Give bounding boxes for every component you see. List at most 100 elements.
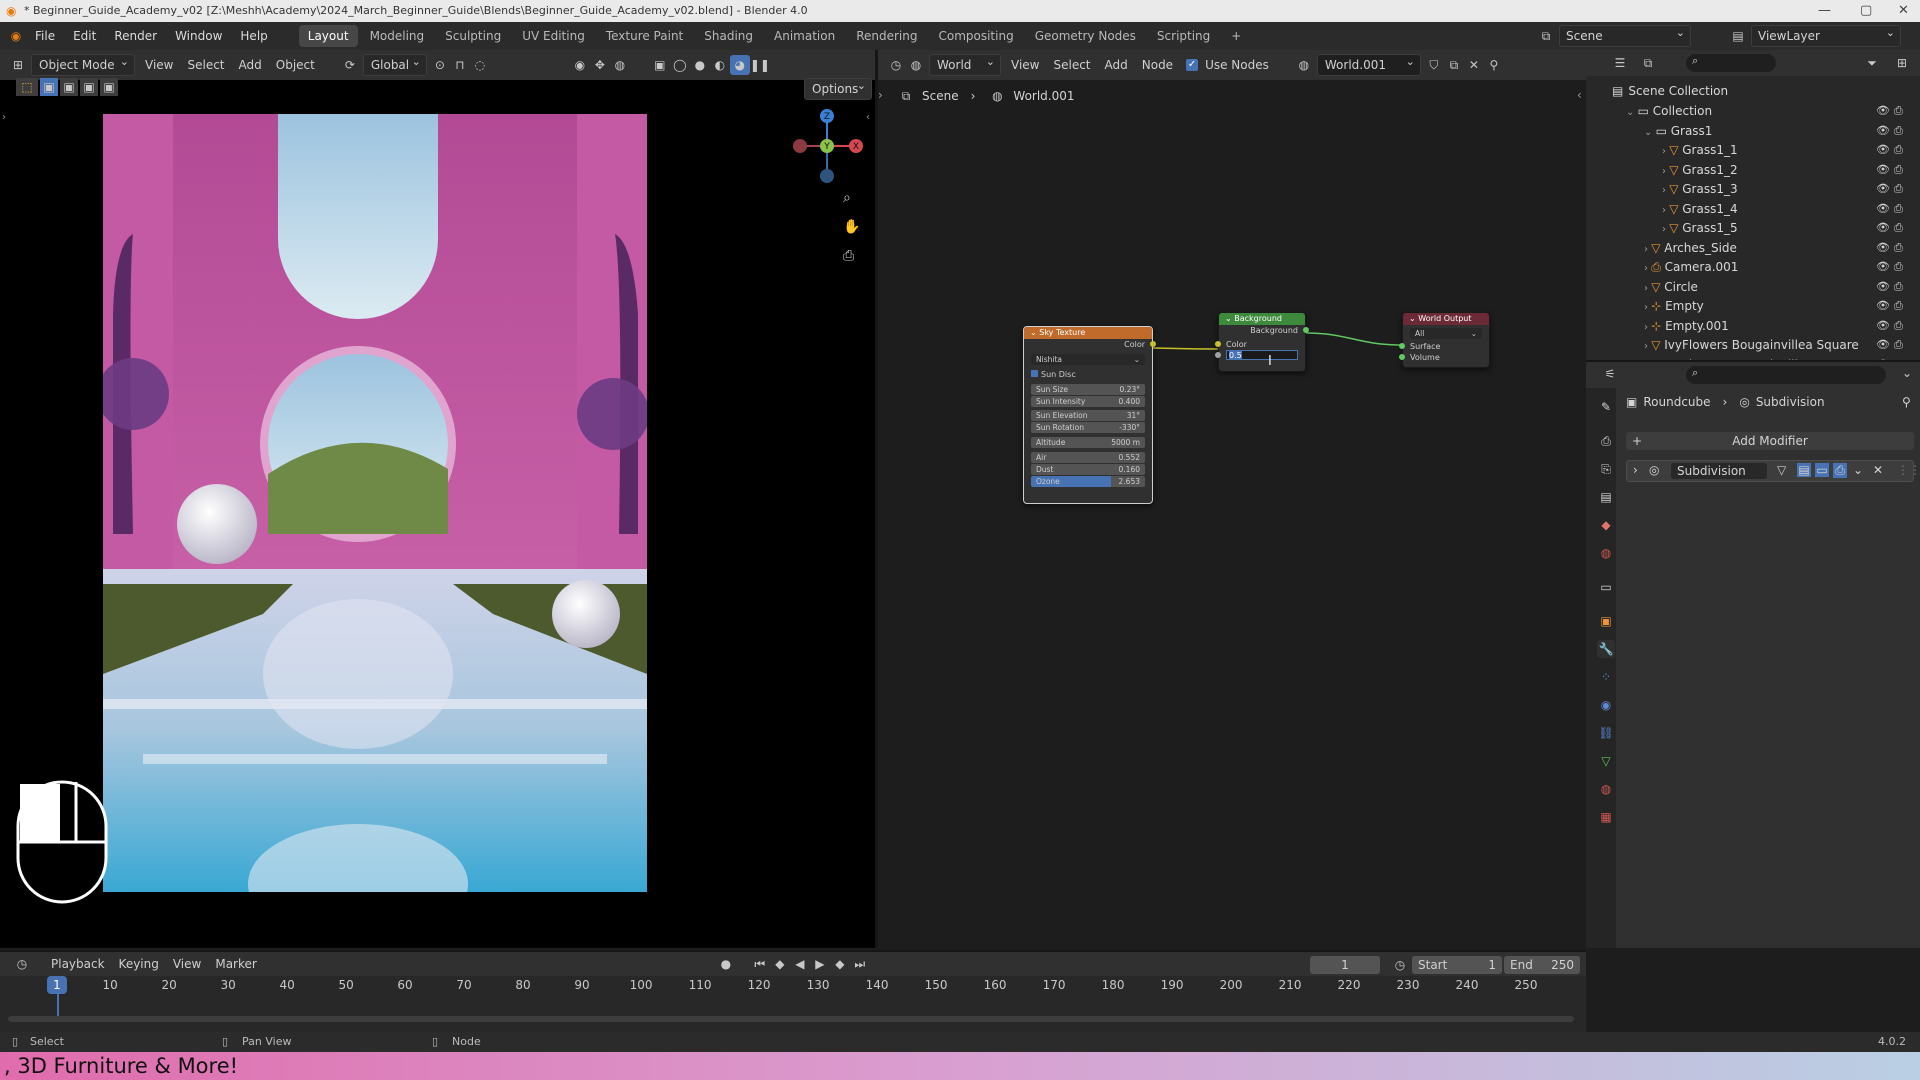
cage-toggle-icon[interactable]: ▤ bbox=[1797, 463, 1811, 477]
timeline-menu-marker[interactable]: Marker bbox=[208, 953, 263, 975]
outliner-row[interactable]: › ▽ Grass1_5 bbox=[1662, 219, 1738, 238]
sky-texture-header[interactable]: ⌄ Sky Texture bbox=[1024, 327, 1152, 339]
node-editor-type-icon[interactable]: ◷ bbox=[886, 55, 906, 75]
render-tab-icon[interactable]: ⎙ bbox=[1597, 432, 1615, 450]
timeline-scrollbar[interactable] bbox=[8, 1016, 1574, 1022]
menu-edit[interactable]: Edit bbox=[64, 22, 105, 50]
output-target-dropdown[interactable]: All ⌄ bbox=[1410, 328, 1482, 339]
visibility-eye-icon[interactable]: 👁 bbox=[1876, 182, 1890, 195]
outliner-row[interactable]: › ▽ Grass1_1 bbox=[1662, 141, 1738, 160]
volume-socket[interactable] bbox=[1399, 354, 1405, 360]
data-tab-icon[interactable]: ▽ bbox=[1597, 752, 1615, 770]
visibility-eye-icon[interactable]: 👁 bbox=[1876, 299, 1890, 312]
scene-tab-icon[interactable]: ◆ bbox=[1597, 516, 1615, 534]
altitude-field[interactable]: Altitude 5000 m bbox=[1031, 437, 1145, 448]
select-subtract-icon[interactable]: ▣ bbox=[80, 78, 98, 96]
visibility-eye-icon[interactable]: 👁 bbox=[1876, 319, 1890, 332]
properties-pin-icon[interactable]: ⚲ bbox=[1902, 395, 1911, 409]
modifier-menu-icon[interactable]: ⌄ bbox=[1853, 463, 1863, 477]
render-camera-icon[interactable]: ⎙ bbox=[1894, 221, 1903, 235]
render-camera-icon[interactable]: ⎙ bbox=[1894, 143, 1903, 157]
sky-texture-node[interactable]: ⌄ Sky Texture Color Nishita ⌄ Sun Disc Su… bbox=[1023, 326, 1156, 504]
node-menu-select[interactable]: Select bbox=[1046, 54, 1097, 76]
tab-compositing[interactable]: Compositing bbox=[929, 25, 1022, 47]
sky-type-dropdown[interactable]: Nishita ⌄ bbox=[1031, 354, 1145, 365]
sun-size-field[interactable]: Sun Size 0.23° bbox=[1031, 384, 1145, 395]
tab-scripting[interactable]: Scripting bbox=[1148, 25, 1219, 47]
scene-selector[interactable]: ⧉ Scene bbox=[1536, 23, 1694, 47]
texture-tab-icon[interactable]: ▦ bbox=[1597, 808, 1615, 826]
visibility-eye-icon[interactable]: 👁 bbox=[1876, 163, 1890, 176]
outliner-row[interactable]: › ▽ Grass1_4 bbox=[1662, 200, 1738, 219]
visibility-eye-icon[interactable]: 👁 bbox=[1876, 202, 1890, 215]
add-workspace-button[interactable]: + bbox=[1222, 25, 1250, 47]
navigation-gizmo[interactable]: Z Y X bbox=[780, 106, 870, 186]
render-camera-icon[interactable]: ⎙ bbox=[1894, 260, 1903, 274]
background-node[interactable]: ⌄ Background Background Color 0.5 bbox=[1215, 312, 1309, 372]
material-shading-icon[interactable]: ◐ bbox=[710, 55, 730, 75]
render-camera-icon[interactable]: ⎙ bbox=[1894, 163, 1903, 177]
timeline-menu-playback[interactable]: Playback bbox=[44, 953, 112, 975]
editor-type-icon[interactable]: ⊞ bbox=[8, 55, 28, 75]
jump-end-icon[interactable]: ⏭ bbox=[850, 954, 870, 974]
transform-orientation-dropdown[interactable]: Global bbox=[362, 52, 427, 76]
render-camera-icon[interactable]: ⎙ bbox=[1894, 182, 1903, 196]
display-mode-icon[interactable]: ⧉ bbox=[1638, 53, 1658, 73]
jump-start-icon[interactable]: ⏮ bbox=[750, 954, 770, 974]
output-tab-icon[interactable]: ⎘ bbox=[1597, 460, 1615, 478]
node-menu-view[interactable]: View bbox=[1004, 54, 1046, 76]
fake-user-icon[interactable]: ⛉ bbox=[1424, 55, 1444, 75]
add-modifier-button[interactable]: + Add Modifier bbox=[1626, 432, 1914, 450]
visibility-eye-icon[interactable]: 👁 bbox=[1876, 104, 1890, 117]
world-browse-icon[interactable]: ◍ bbox=[1294, 55, 1314, 75]
outliner-row[interactable]: › ⊹ Empty.001 bbox=[1644, 317, 1729, 336]
minimize-button[interactable]: — bbox=[1818, 0, 1831, 22]
outliner-row[interactable]: › ▽ IvyFlowers Bougainvillea Square bbox=[1644, 336, 1859, 355]
scene-collection-row[interactable]: ▤ Scene Collection bbox=[1612, 82, 1728, 101]
drag-handle-icon[interactable]: ⋮⋮ bbox=[1897, 463, 1920, 477]
render-camera-icon[interactable]: ⎙ bbox=[1894, 299, 1903, 313]
gizmo-toggle-icon[interactable]: ✥ bbox=[590, 55, 610, 75]
expand-arrow-icon[interactable]: ⌄ bbox=[1644, 127, 1656, 138]
world-tab-icon[interactable]: ◍ bbox=[1597, 544, 1615, 562]
filter-icon[interactable]: ⏷ bbox=[1862, 53, 1882, 73]
shader-type-dropdown[interactable]: World bbox=[929, 52, 1001, 76]
visibility-eye-icon[interactable]: 👁 bbox=[1876, 241, 1890, 254]
visibility-eye-icon[interactable]: 👁 bbox=[1876, 260, 1890, 273]
modifier-tab-icon[interactable]: 🔧 bbox=[1597, 640, 1615, 658]
select-tool-icon[interactable]: ⬚ bbox=[16, 78, 38, 96]
end-frame-field[interactable]: End 250 bbox=[1504, 956, 1580, 974]
menu-render[interactable]: Render bbox=[105, 22, 166, 50]
render-camera-icon[interactable]: ⎙ bbox=[1894, 319, 1903, 333]
outliner-row[interactable]: ⌄ ▭ Collection bbox=[1626, 102, 1712, 121]
tab-layout[interactable]: Layout bbox=[298, 25, 358, 47]
visibility-eye-icon[interactable]: 👁 bbox=[1876, 280, 1890, 293]
visibility-eye-icon[interactable]: 👁 bbox=[1876, 143, 1890, 156]
object-tab-icon[interactable]: ▣ bbox=[1597, 612, 1615, 630]
timeline-menu-view[interactable]: View bbox=[166, 953, 208, 975]
material-tab-icon[interactable]: ◍ bbox=[1597, 780, 1615, 798]
toolbar-expand-icon[interactable]: › bbox=[2, 112, 6, 123]
air-field[interactable]: Air 0.552 bbox=[1031, 452, 1145, 463]
sky-color-socket[interactable] bbox=[1150, 341, 1156, 347]
outliner-row[interactable]: › ▽ Circle bbox=[1644, 278, 1698, 297]
properties-search-input[interactable]: ⌕ bbox=[1686, 366, 1886, 384]
strength-socket[interactable] bbox=[1215, 352, 1221, 358]
properties-options-icon[interactable]: ⌄ bbox=[1902, 366, 1912, 380]
sun-intensity-field[interactable]: Sun Intensity 0.400 bbox=[1031, 396, 1145, 407]
prev-keyframe-icon[interactable]: ◆ bbox=[770, 954, 790, 974]
current-frame-field[interactable]: 1 bbox=[1310, 956, 1380, 974]
visibility-eye-icon[interactable]: 👁 bbox=[1876, 221, 1890, 234]
tab-uv-editing[interactable]: UV Editing bbox=[513, 25, 594, 47]
clock-icon[interactable]: ◷ bbox=[1390, 955, 1410, 975]
background-header[interactable]: ⌄ Background bbox=[1219, 313, 1305, 325]
sun-elevation-field[interactable]: Sun Elevation 31° bbox=[1031, 410, 1145, 421]
node-menu-node[interactable]: Node bbox=[1135, 54, 1180, 76]
background-output-socket[interactable] bbox=[1303, 327, 1309, 333]
use-nodes-checkbox[interactable]: ✓ bbox=[1186, 59, 1199, 71]
outliner-row[interactable]: › ▽ Arches_Side bbox=[1644, 239, 1737, 258]
zoom-icon[interactable]: ⌕ bbox=[843, 190, 851, 206]
rendered-shading-icon[interactable]: ◕ bbox=[729, 55, 750, 75]
menu-file[interactable]: File bbox=[26, 22, 64, 50]
menu-help[interactable]: Help bbox=[231, 22, 276, 50]
